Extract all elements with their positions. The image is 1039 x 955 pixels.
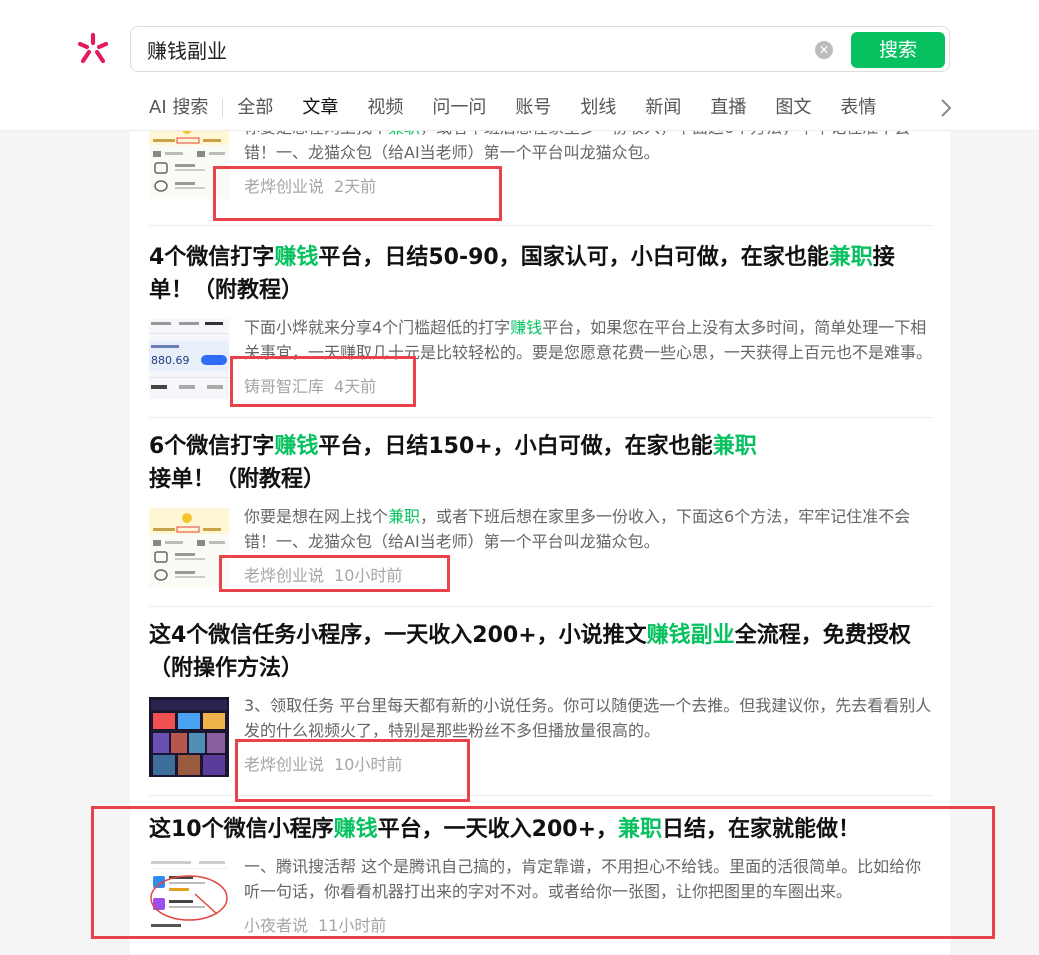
result-snippet: 3、领取任务 平台里每天都有新的小说任务。你可以随便选一个去推。但我建议你，先去… xyxy=(244,693,932,743)
keyword-highlight: 兼职 xyxy=(388,131,420,137)
text-segment: 你要是想在网上找个 xyxy=(244,131,388,137)
result-snippet: 一、腾讯搜活帮 这个是腾讯自己搞的，肯定靠谱，不用担心不给钱。里面的活很简单。比… xyxy=(244,854,932,904)
keyword-highlight: 赚钱副业 xyxy=(646,623,735,648)
result-thumbnail: 880.69 xyxy=(149,319,229,399)
keyword-highlight: 赚钱 xyxy=(274,434,319,459)
keyword-highlight: 兼职 xyxy=(388,507,421,526)
result-title[interactable]: 这4个微信任务小程序，一天收入200+，小说推文赚钱副业全流程，免费授权（附操作… xyxy=(149,619,932,685)
result-meta: 老烨创业说 2天前 xyxy=(244,173,376,197)
tab-item[interactable]: 视频 xyxy=(367,94,403,122)
result-time: 4天前 xyxy=(334,377,377,396)
result-snippet: 你要是想在网上找个兼职，或者下班后想在家里多一份收入，下面这6个方法，牢牢记住准… xyxy=(244,131,932,165)
search-header: ✕ 搜索 AI 搜索 全部 文章 视频 问一问 账号 划线 新闻 直播 图文 表情 xyxy=(0,0,1039,131)
search-box: ✕ 搜索 xyxy=(130,26,950,72)
result-author[interactable]: 铸哥智汇库 xyxy=(244,377,324,396)
text-segment: 接单！（附教程） xyxy=(149,467,326,492)
category-tabs: AI 搜索 全部 文章 视频 问一问 账号 划线 新闻 直播 图文 表情 xyxy=(149,94,876,122)
tab-item[interactable]: 全部 xyxy=(237,94,273,122)
result-snippet: 下面小烨就来分享4个门槛超低的打字赚钱平台，如果您在平台上没有太多时间，简单处理… xyxy=(244,315,932,365)
tab-item[interactable]: 图文 xyxy=(775,94,811,122)
result-time: 10小时前 xyxy=(334,566,403,585)
text-segment: 平台，日结150+，小白可做，在家也能 xyxy=(318,434,713,459)
result-item[interactable]: 你要是想在网上找个兼职，或者下班后想在家里多一份收入，下面这6个方法，牢牢记住准… xyxy=(149,131,932,226)
result-item[interactable]: 这4个微信任务小程序，一天收入200+，小说推文赚钱副业全流程，免费授权（附操作… xyxy=(149,619,932,796)
text-segment: 平台，一天收入200+， xyxy=(377,817,618,842)
tab-item[interactable]: 新闻 xyxy=(645,94,681,122)
tab-item[interactable]: 直播 xyxy=(710,94,746,122)
tab-item[interactable]: 账号 xyxy=(515,94,551,122)
text-segment: 这10个微信小程序 xyxy=(149,817,334,842)
result-title[interactable]: 6个微信打字赚钱平台，日结150+，小白可做，在家也能兼职接单！（附教程） xyxy=(149,430,932,496)
result-list: 你要是想在网上找个兼职，或者下班后想在家里多一份收入，下面这6个方法，牢牢记住准… xyxy=(130,131,950,955)
clear-search-icon[interactable]: ✕ xyxy=(815,41,833,59)
result-time: 2天前 xyxy=(334,177,377,196)
tab-item[interactable]: AI 搜索 xyxy=(149,94,208,122)
result-meta: 小夜者说 11小时前 xyxy=(244,912,386,936)
result-author[interactable]: 老烨创业说 xyxy=(244,177,324,196)
result-thumbnail xyxy=(149,858,229,938)
tab-item[interactable]: 文章 xyxy=(302,94,338,122)
text-segment: 平台，日结50-90，国家认可，小白可做，在家也能 xyxy=(318,245,829,270)
keyword-highlight: 兼职 xyxy=(712,434,757,459)
keyword-highlight: 赚钱 xyxy=(333,817,378,842)
tabs-fade xyxy=(920,92,940,124)
text-segment: 日结，在家就能做！ xyxy=(662,817,861,842)
result-snippet: 你要是想在网上找个兼职，或者下班后想在家里多一份收入，下面这6个方法，牢牢记住准… xyxy=(244,504,932,554)
search-input[interactable] xyxy=(147,35,787,63)
result-time: 11小时前 xyxy=(318,916,387,935)
result-meta: 老烨创业说 10小时前 xyxy=(244,751,402,775)
text-segment: 6个微信打字 xyxy=(149,434,275,459)
result-meta: 老烨创业说 10小时前 xyxy=(244,562,402,586)
search-button[interactable]: 搜索 xyxy=(851,32,945,68)
tab-item[interactable]: 表情 xyxy=(840,94,876,122)
text-segment: 4个微信打字 xyxy=(149,245,275,270)
chevron-right-icon[interactable] xyxy=(938,97,954,119)
result-item[interactable]: 4个微信打字赚钱平台，日结50-90，国家认可，小白可做，在家也能兼职接单！（附… xyxy=(149,241,932,418)
text-segment: 3、领取任务 平台里每天都有新的小说任务。你可以随便选一个去推。但我建议你，先去… xyxy=(244,696,932,740)
result-thumbnail xyxy=(149,131,229,199)
tab-divider xyxy=(222,99,224,117)
tab-item[interactable]: 划线 xyxy=(580,94,616,122)
text-segment: 这4个微信任务小程序，一天收入200+，小说推文 xyxy=(149,623,647,648)
text-segment: 下面小烨就来分享4个门槛超低的打字 xyxy=(244,318,511,337)
result-author[interactable]: 老烨创业说 xyxy=(244,755,324,774)
keyword-highlight: 兼职 xyxy=(828,245,873,270)
result-meta: 铸哥智汇库 4天前 xyxy=(244,373,376,397)
keyword-highlight: 赚钱 xyxy=(274,245,319,270)
result-author[interactable]: 小夜者说 xyxy=(244,916,308,935)
sogou-logo-icon[interactable] xyxy=(76,32,110,66)
keyword-highlight: 兼职 xyxy=(618,817,663,842)
result-title[interactable]: 这10个微信小程序赚钱平台，一天收入200+，兼职日结，在家就能做！ xyxy=(149,813,932,846)
text-segment: 你要是想在网上找个 xyxy=(244,507,389,526)
result-title[interactable]: 4个微信打字赚钱平台，日结50-90，国家认可，小白可做，在家也能兼职接单！（附… xyxy=(149,241,932,307)
result-item[interactable]: 6个微信打字赚钱平台，日结150+，小白可做，在家也能兼职接单！（附教程） 你要… xyxy=(149,430,932,607)
text-segment: 一、腾讯搜活帮 这个是腾讯自己搞的，肯定靠谱，不用担心不给钱。里面的活很简单。比… xyxy=(244,857,922,901)
result-thumbnail xyxy=(149,697,229,777)
result-item[interactable]: 这10个微信小程序赚钱平台，一天收入200+，兼职日结，在家就能做！ 一、腾讯搜… xyxy=(149,813,932,955)
thumbnail-amount: 880.69 xyxy=(151,354,190,367)
result-author[interactable]: 老烨创业说 xyxy=(244,566,324,585)
tab-item[interactable]: 问一问 xyxy=(432,94,486,122)
result-time: 10小时前 xyxy=(334,755,403,774)
result-thumbnail xyxy=(149,508,229,588)
keyword-highlight: 赚钱 xyxy=(510,318,543,337)
